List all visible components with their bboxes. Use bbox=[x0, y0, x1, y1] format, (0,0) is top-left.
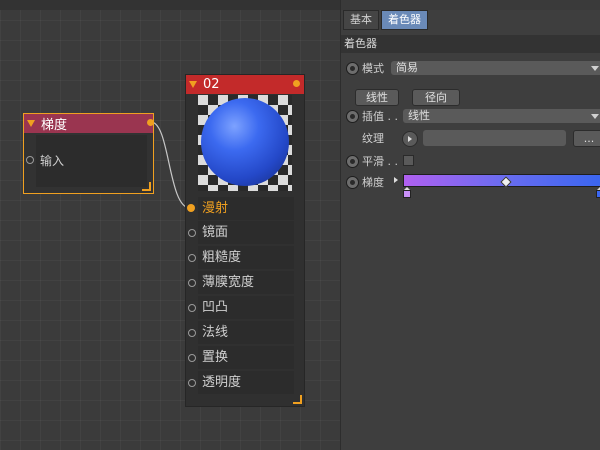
input-port[interactable] bbox=[188, 304, 196, 312]
input-row-transparency[interactable]: 透明度 bbox=[186, 371, 304, 394]
gradient-output-port[interactable] bbox=[147, 119, 154, 126]
gradient-node-title: 梯度 bbox=[41, 118, 68, 133]
interpolation-keyframe-radio[interactable] bbox=[346, 110, 359, 123]
input-row-normal[interactable]: 法线 bbox=[186, 321, 304, 344]
smooth-keyframe-radio[interactable] bbox=[346, 155, 359, 168]
smooth-checkbox[interactable] bbox=[403, 155, 414, 166]
material-node-title: 02 bbox=[203, 77, 220, 92]
input-label: 粗糙度 bbox=[198, 246, 294, 269]
input-row-bump[interactable]: 凹凸 bbox=[186, 296, 304, 319]
material-preview bbox=[198, 95, 292, 191]
linear-button[interactable]: 线性 bbox=[355, 89, 399, 106]
gradient-start-knot[interactable] bbox=[403, 187, 411, 198]
material-node-header[interactable]: 02 bbox=[186, 75, 304, 94]
gradient-expand-arrow-icon[interactable] bbox=[394, 177, 398, 183]
tab-basic[interactable]: 基本 bbox=[343, 10, 379, 30]
attribute-panel: 基本 着色器 着色器 模式 简易 线性 径向 插值 . . 线性 纹理 ... … bbox=[340, 0, 600, 450]
input-label: 法线 bbox=[198, 321, 294, 344]
radial-button[interactable]: 径向 bbox=[412, 89, 460, 106]
texture-field[interactable] bbox=[423, 130, 566, 146]
interpolation-value: 线性 bbox=[408, 109, 430, 122]
input-port[interactable] bbox=[188, 329, 196, 337]
input-row-specular[interactable]: 镜面 bbox=[186, 221, 304, 244]
gradient-end-knot[interactable] bbox=[596, 187, 600, 198]
section-title: 着色器 bbox=[341, 35, 600, 53]
smooth-label: 平滑 . . bbox=[362, 155, 398, 168]
gradient-bar[interactable] bbox=[403, 174, 600, 188]
material-output-port[interactable] bbox=[293, 80, 300, 87]
input-label: 透明度 bbox=[198, 371, 294, 394]
gradient-label: 梯度 bbox=[362, 176, 384, 189]
resize-handle-icon[interactable] bbox=[293, 395, 302, 404]
input-port[interactable] bbox=[188, 254, 196, 262]
texture-row: 纹理 ... bbox=[341, 129, 600, 149]
panel-top-bar bbox=[341, 0, 600, 10]
preview-sphere bbox=[201, 98, 289, 186]
input-label: 镜面 bbox=[198, 221, 294, 244]
texture-play-button[interactable] bbox=[402, 131, 418, 147]
resize-handle-icon[interactable] bbox=[142, 182, 151, 191]
panel-tabs: 基本 着色器 bbox=[343, 10, 428, 30]
input-port[interactable] bbox=[188, 379, 196, 387]
input-label: 薄膜宽度 bbox=[198, 271, 294, 294]
interpolation-label: 插值 . . bbox=[362, 110, 398, 123]
gradient-keyframe-radio[interactable] bbox=[346, 176, 359, 189]
input-label: 漫射 bbox=[198, 197, 294, 220]
gradient-midpoint-handle[interactable] bbox=[500, 176, 512, 188]
input-port[interactable] bbox=[188, 229, 196, 237]
smooth-row: 平滑 . . bbox=[341, 152, 600, 172]
collapse-triangle-icon[interactable] bbox=[189, 81, 197, 88]
input-row-roughness[interactable]: 粗糙度 bbox=[186, 246, 304, 269]
node-editor-canvas[interactable]: 梯度 输入 02 漫射 镜面 粗糙度 薄膜宽度 凹凸 法线 置换 透明度 bbox=[0, 0, 340, 450]
mode-keyframe-radio[interactable] bbox=[346, 62, 359, 75]
chevron-down-icon bbox=[591, 114, 599, 119]
gradient-input-label: 输入 bbox=[40, 154, 65, 168]
texture-label: 纹理 bbox=[362, 132, 384, 145]
input-label: 置换 bbox=[198, 346, 294, 369]
diffuse-input-port[interactable] bbox=[187, 204, 195, 212]
input-row-diffuse[interactable]: 漫射 bbox=[186, 197, 304, 220]
gradient-input-port[interactable] bbox=[26, 156, 34, 164]
input-port[interactable] bbox=[188, 354, 196, 362]
material-node[interactable]: 02 漫射 镜面 粗糙度 薄膜宽度 凹凸 法线 置换 透明度 bbox=[185, 74, 305, 407]
interpolation-row: 插值 . . 线性 bbox=[341, 107, 600, 127]
mode-value: 简易 bbox=[396, 61, 418, 74]
mode-select[interactable]: 简易 bbox=[391, 61, 600, 75]
mode-label: 模式 bbox=[362, 62, 384, 75]
input-port[interactable] bbox=[188, 279, 196, 287]
input-row-film-width[interactable]: 薄膜宽度 bbox=[186, 271, 304, 294]
gradient-node-header[interactable]: 梯度 bbox=[24, 114, 153, 133]
gradient-node[interactable]: 梯度 输入 bbox=[23, 113, 154, 194]
tab-shader[interactable]: 着色器 bbox=[381, 10, 428, 30]
input-row-displacement[interactable]: 置换 bbox=[186, 346, 304, 369]
chevron-down-icon bbox=[591, 66, 599, 71]
input-label: 凹凸 bbox=[198, 296, 294, 319]
gradient-row: 梯度 bbox=[341, 173, 600, 201]
mode-row: 模式 简易 bbox=[341, 59, 600, 79]
collapse-triangle-icon[interactable] bbox=[27, 120, 35, 127]
interpolation-select[interactable]: 线性 bbox=[403, 109, 600, 123]
texture-browse-button[interactable]: ... bbox=[573, 130, 600, 147]
